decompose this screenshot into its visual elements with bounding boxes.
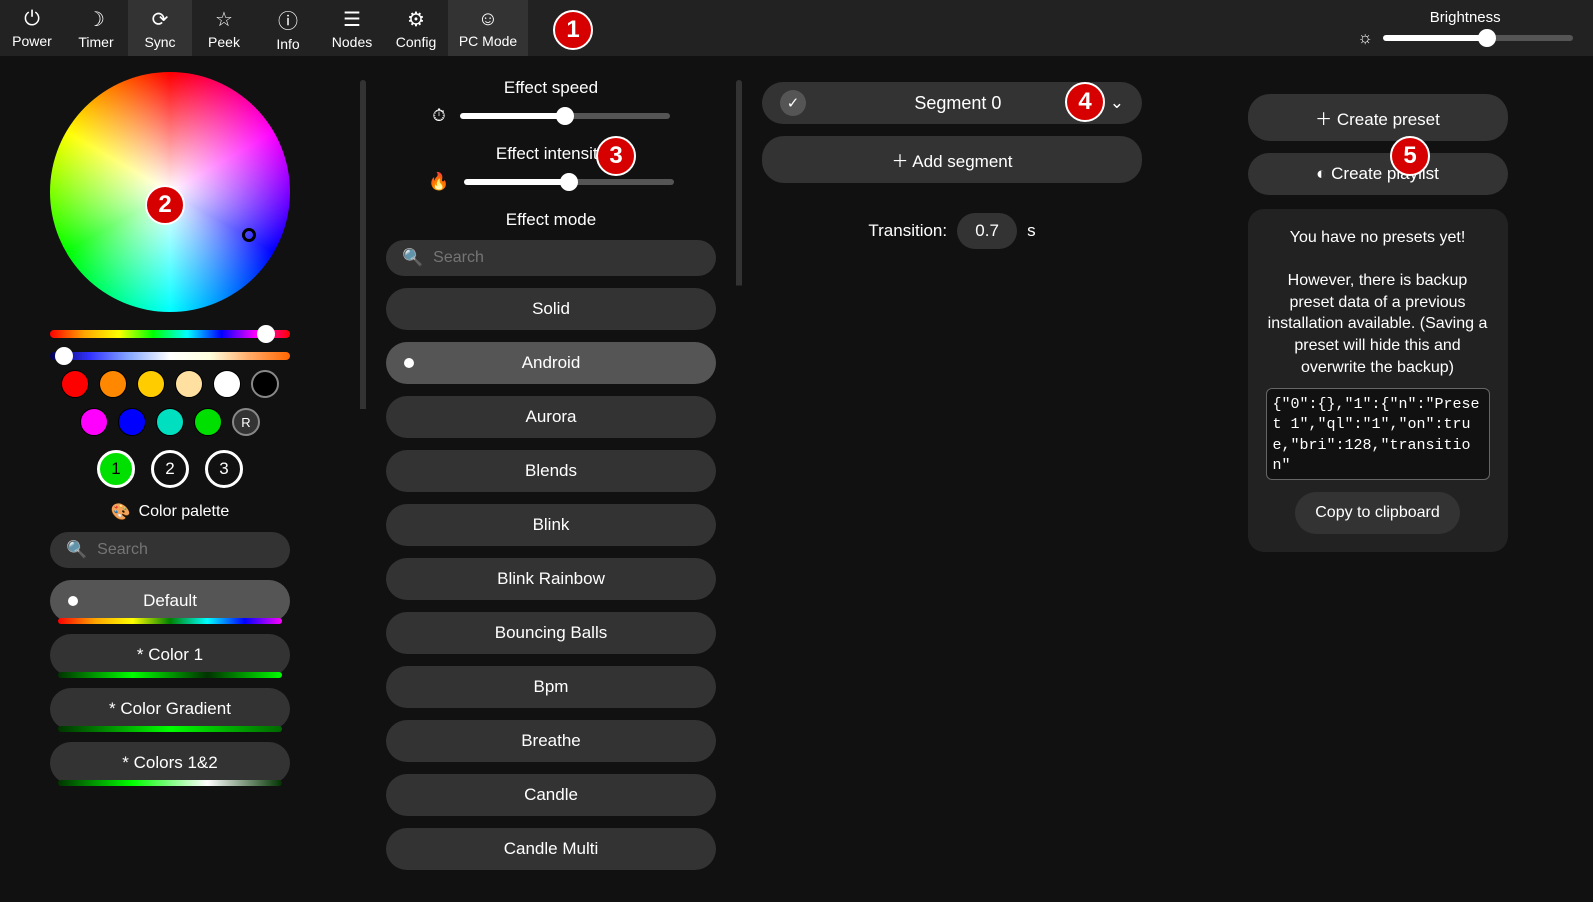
palette-title: 🎨 Color palette [50,502,290,522]
preset-message: You have no presets yet! However, there … [1248,209,1508,552]
search-icon: 🔍 [66,540,87,560]
intensity-label: Effect intensity [386,144,716,164]
swatch-green[interactable] [194,408,222,436]
effect-android[interactable]: Android [386,342,716,384]
transition-unit: s [1027,221,1036,241]
palette-color1[interactable]: * Color 1 [50,634,290,676]
create-preset-button[interactable]: ＋ Create preset [1248,94,1508,141]
swatch-magenta[interactable] [80,408,108,436]
annotation-2: 2 [145,185,185,225]
swatch-cyan[interactable] [156,408,184,436]
moon-icon: ☽ [87,7,105,32]
segments-column: ✓ Segment 0 ⌄ ＋ Add segment Transition: … [742,72,1162,902]
palette-search-input[interactable] [97,541,304,559]
nodes-button[interactable]: ☰Nodes [320,0,384,56]
toolbar: ⏻Power ☽Timer ⟳Sync ☆Peek ⓘInfo ☰Nodes ⚙… [0,0,1593,56]
effect-search-input[interactable] [433,249,700,267]
transition-label: Transition: [868,221,947,241]
info-icon: ⓘ [278,5,298,34]
power-button[interactable]: ⏻Power [0,0,64,56]
gear-icon: ⚙ [407,7,425,32]
palette-default[interactable]: Default [50,580,290,622]
sync-icon: ⟳ [152,7,169,32]
effects-column: Effect speed ⏱ Effect intensity 🔥 Effect… [366,72,736,902]
transition-row: Transition: s [762,213,1142,249]
color-slot-row: 1 2 3 [50,450,290,488]
swatch-black[interactable] [251,370,279,398]
palette-search[interactable]: 🔍 [50,532,290,568]
segment-check-icon[interactable]: ✓ [780,90,806,116]
annotation-3: 3 [596,136,636,176]
effect-blink-rainbow[interactable]: Blink Rainbow [386,558,716,600]
brightness-control: Brightness ☼ [1357,9,1593,48]
preset-msg-2: However, there is backup preset data of … [1266,270,1490,378]
plus-icon: ＋ [892,152,909,171]
preset-json[interactable]: {"0":{},"1":{"n":"Preset 1","ql":"1","on… [1266,388,1490,480]
brightness-icon: ☼ [1357,28,1373,48]
effect-bouncing-balls[interactable]: Bouncing Balls [386,612,716,654]
copy-button[interactable]: Copy to clipboard [1295,492,1460,534]
white-slider[interactable] [50,352,290,360]
mode-label: Effect mode [386,210,716,230]
swatch-reset[interactable]: R [232,408,260,436]
effect-solid[interactable]: Solid [386,288,716,330]
palette-colors12[interactable]: * Colors 1&2 [50,742,290,784]
swatch-orange[interactable] [99,370,127,398]
power-icon: ⏻ [24,8,40,31]
brightness-slider[interactable] [1383,35,1573,41]
nodes-icon: ☰ [343,7,361,32]
config-button[interactable]: ⚙Config [384,0,448,56]
pcmode-button[interactable]: ☺PC Mode [448,0,528,56]
create-playlist-button[interactable]: ◐ Create playlist [1248,153,1508,195]
fire-icon: 🔥 [428,172,449,192]
annotation-4: 4 [1065,82,1105,122]
brightness-label: Brightness [1430,9,1501,26]
effect-speed-slider[interactable] [460,113,670,119]
playlist-icon: ◐ [1316,164,1326,183]
colorwheel-cursor[interactable] [242,228,256,242]
speed-label: Effect speed [386,78,716,98]
swatch-amber[interactable] [137,370,165,398]
effect-candle[interactable]: Candle [386,774,716,816]
slot-3[interactable]: 3 [205,450,243,488]
plus-icon: ＋ [1315,110,1332,129]
swatch-blue[interactable] [118,408,146,436]
effect-breathe[interactable]: Breathe [386,720,716,762]
effect-intensity-slider[interactable] [464,179,674,185]
effect-candle-multi[interactable]: Candle Multi [386,828,716,870]
star-icon: ☆ [215,7,233,32]
slot-1[interactable]: 1 [97,450,135,488]
smile-icon: ☺ [478,8,498,31]
search-icon: 🔍 [402,248,423,268]
palette-colorgradient[interactable]: * Color Gradient [50,688,290,730]
sync-button[interactable]: ⟳Sync [128,0,192,56]
palette-icon: 🎨 [111,502,131,522]
peek-button[interactable]: ☆Peek [192,0,256,56]
hue-slider[interactable] [50,330,290,338]
swatch-red[interactable] [61,370,89,398]
swatch-white[interactable] [213,370,241,398]
effect-bpm[interactable]: Bpm [386,666,716,708]
effect-aurora[interactable]: Aurora [386,396,716,438]
annotation-5: 5 [1390,136,1430,176]
add-segment-button[interactable]: ＋ Add segment [762,136,1142,183]
color-swatches: R [50,370,290,436]
effect-search[interactable]: 🔍 [386,240,716,276]
timer-button[interactable]: ☽Timer [64,0,128,56]
swatch-warm[interactable] [175,370,203,398]
preset-msg-1: You have no presets yet! [1266,227,1490,249]
timer-icon: ⏱ [432,106,445,126]
transition-input[interactable] [957,213,1017,249]
effect-blink[interactable]: Blink [386,504,716,546]
info-button[interactable]: ⓘInfo [256,0,320,56]
chevron-down-icon[interactable]: ⌄ [1110,93,1124,113]
effect-blends[interactable]: Blends [386,450,716,492]
segment-name: Segment 0 [818,93,1098,114]
slot-2[interactable]: 2 [151,450,189,488]
presets-column: ＋ Create preset ◐ Create playlist You ha… [1162,72,1593,902]
annotation-1: 1 [553,10,593,50]
